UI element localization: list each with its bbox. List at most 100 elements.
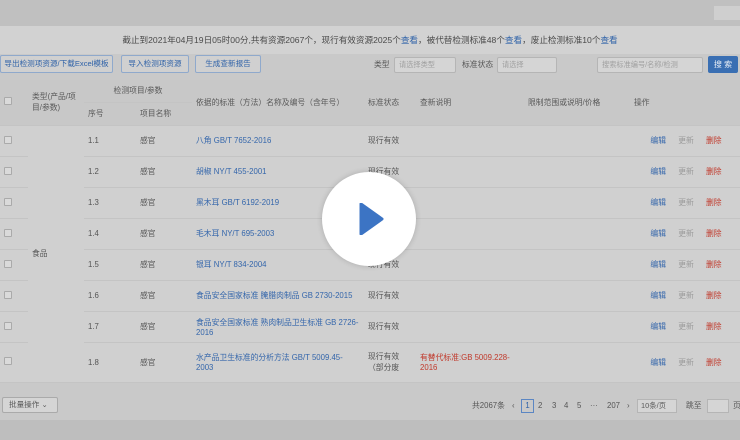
delete-button[interactable]: 删除 [702, 187, 740, 219]
update-button[interactable]: 更新 [670, 156, 703, 188]
page-2[interactable]: 2 [538, 399, 542, 413]
delete-button[interactable]: 删除 [702, 218, 740, 250]
status-label: 标准状态 [462, 60, 494, 69]
delete-button[interactable]: 删除 [702, 156, 740, 188]
delete-button[interactable]: 删除 [702, 311, 740, 343]
note-cell [416, 249, 525, 281]
limit-cell [524, 311, 631, 343]
edit-button[interactable]: 编辑 [630, 249, 671, 281]
table-row: 1.7 感官 食品安全国家标准 熟肉制品卫生标准 GB 2726-2016 现行有效 编… [0, 311, 740, 343]
search-button[interactable]: 搜 索 [708, 56, 738, 73]
page-ellipsis[interactable]: ··· [590, 399, 598, 413]
row-checkbox[interactable] [4, 259, 12, 268]
edit-button[interactable]: 编辑 [630, 125, 671, 157]
notice-prefix: 截止到2021年04月19日05时00分,共有资源2067个，现行有效资源202… [122, 35, 401, 45]
limit-cell [524, 156, 631, 188]
page-5[interactable]: 5 [577, 399, 581, 413]
row-select-cell [0, 218, 28, 250]
note-cell: 有替代标准:GB 5009.228-2016 [416, 342, 525, 383]
update-button[interactable]: 更新 [670, 280, 703, 312]
table-row: 1.8 感官 水产品卫生标准的分析方法 GB/T 5009.45-2003 现行有效（… [0, 342, 740, 383]
standard-link[interactable]: 水产品卫生标准的分析方法 GB/T 5009.45-2003 [192, 342, 365, 383]
update-button[interactable]: 更新 [670, 311, 703, 343]
generate-report-button[interactable]: 生成查新报告 [195, 55, 261, 73]
seq-cell: 1.5 [84, 249, 136, 281]
table-row: 1.6 感官 食品安全国家标准 腌腊肉制品 GB 2730-2015 现行有效 编辑 更新… [0, 280, 740, 312]
export-button[interactable]: 导出检测项资源/下载Excel模板 [0, 55, 113, 73]
edit-button[interactable]: 编辑 [630, 156, 671, 188]
update-button[interactable]: 更新 [670, 125, 703, 157]
update-button[interactable]: 更新 [670, 218, 703, 250]
view-valid-link[interactable]: 查看 [401, 35, 418, 45]
row-checkbox[interactable] [4, 166, 12, 175]
row-checkbox[interactable] [4, 197, 12, 206]
col-seq: 序号 [84, 102, 136, 126]
view-abolished-link[interactable]: 查看 [600, 35, 617, 45]
standard-link[interactable]: 食品安全国家标准 熟肉制品卫生标准 GB 2726-2016 [192, 311, 365, 343]
col-group: 检测项目/参数 [84, 80, 193, 103]
note-cell [416, 187, 525, 219]
jump-input[interactable] [707, 399, 729, 413]
update-button[interactable]: 更新 [670, 342, 703, 383]
edit-button[interactable]: 编辑 [630, 218, 671, 250]
chevron-down-icon: ⌄ [41, 400, 48, 409]
row-checkbox[interactable] [4, 228, 12, 237]
edit-button[interactable]: 编辑 [630, 311, 671, 343]
item-cell: 感官 [136, 156, 193, 188]
row-select-cell [0, 280, 28, 312]
edit-button[interactable]: 编辑 [630, 280, 671, 312]
item-cell: 感官 [136, 187, 193, 219]
row-select-cell [0, 249, 28, 281]
page-current[interactable]: 1 [521, 399, 534, 413]
bulk-label: 批量操作 [9, 400, 40, 409]
category-cell: 食品 [28, 125, 84, 383]
row-checkbox[interactable] [4, 357, 12, 365]
seq-cell: 1.7 [84, 311, 136, 343]
notice-mid2: ，废止检测标准10个 [522, 35, 601, 45]
delete-button[interactable]: 删除 [702, 125, 740, 157]
delete-button[interactable]: 删除 [702, 280, 740, 312]
row-select-cell [0, 187, 28, 219]
seq-cell: 1.2 [84, 156, 136, 188]
bottom-strip [0, 420, 740, 440]
limit-cell [524, 342, 631, 383]
col-ops: 操作 [630, 80, 740, 126]
row-select-cell [0, 156, 28, 188]
play-button[interactable] [322, 172, 416, 266]
standard-link[interactable]: 八角 GB/T 7652-2016 [192, 125, 365, 157]
edit-button[interactable]: 编辑 [630, 187, 671, 219]
col-standard: 依据的标准（方法）名称及编号（含年号） [192, 80, 365, 126]
import-button[interactable]: 导入检测项资源 [121, 55, 189, 73]
view-replaced-link[interactable]: 查看 [505, 35, 522, 45]
page-size-select[interactable]: 10条/页 [637, 399, 677, 413]
update-button[interactable]: 更新 [670, 187, 703, 219]
page-4[interactable]: 4 [564, 399, 568, 413]
item-cell: 感官 [136, 311, 193, 343]
item-cell: 感官 [136, 125, 193, 157]
status-select[interactable]: 请选择 [497, 57, 557, 73]
toolbar: 导出检测项资源/下载Excel模板 导入检测项资源 生成查新报告 类型 请选择类… [0, 55, 740, 77]
select-all-checkbox[interactable] [4, 97, 12, 106]
top-strip [0, 0, 740, 26]
prev-page-button[interactable]: ‹ [512, 399, 515, 413]
item-cell: 感官 [136, 249, 193, 281]
page-3[interactable]: 3 [552, 399, 556, 413]
next-page-button[interactable]: › [627, 399, 630, 413]
limit-cell [524, 187, 631, 219]
delete-button[interactable]: 删除 [702, 342, 740, 383]
seq-cell: 1.6 [84, 280, 136, 312]
row-checkbox[interactable] [4, 135, 12, 144]
row-checkbox[interactable] [4, 321, 12, 330]
search-input[interactable]: 搜索标准编号/名称/检测 [597, 57, 703, 73]
row-checkbox[interactable] [4, 290, 12, 299]
standard-link[interactable]: 食品安全国家标准 腌腊肉制品 GB 2730-2015 [192, 280, 365, 312]
update-button[interactable]: 更新 [670, 249, 703, 281]
page-last[interactable]: 207 [607, 399, 620, 413]
app-window: 截止到2021年04月19日05时00分,共有资源2067个，现行有效资源202… [0, 0, 740, 440]
edit-button[interactable]: 编辑 [630, 342, 671, 383]
col-status: 标准状态 [364, 80, 417, 126]
bulk-actions-select[interactable]: 批量操作 ⌄ [2, 397, 58, 413]
delete-button[interactable]: 删除 [702, 249, 740, 281]
top-tab[interactable] [714, 6, 740, 20]
type-select[interactable]: 请选择类型 [394, 57, 456, 73]
